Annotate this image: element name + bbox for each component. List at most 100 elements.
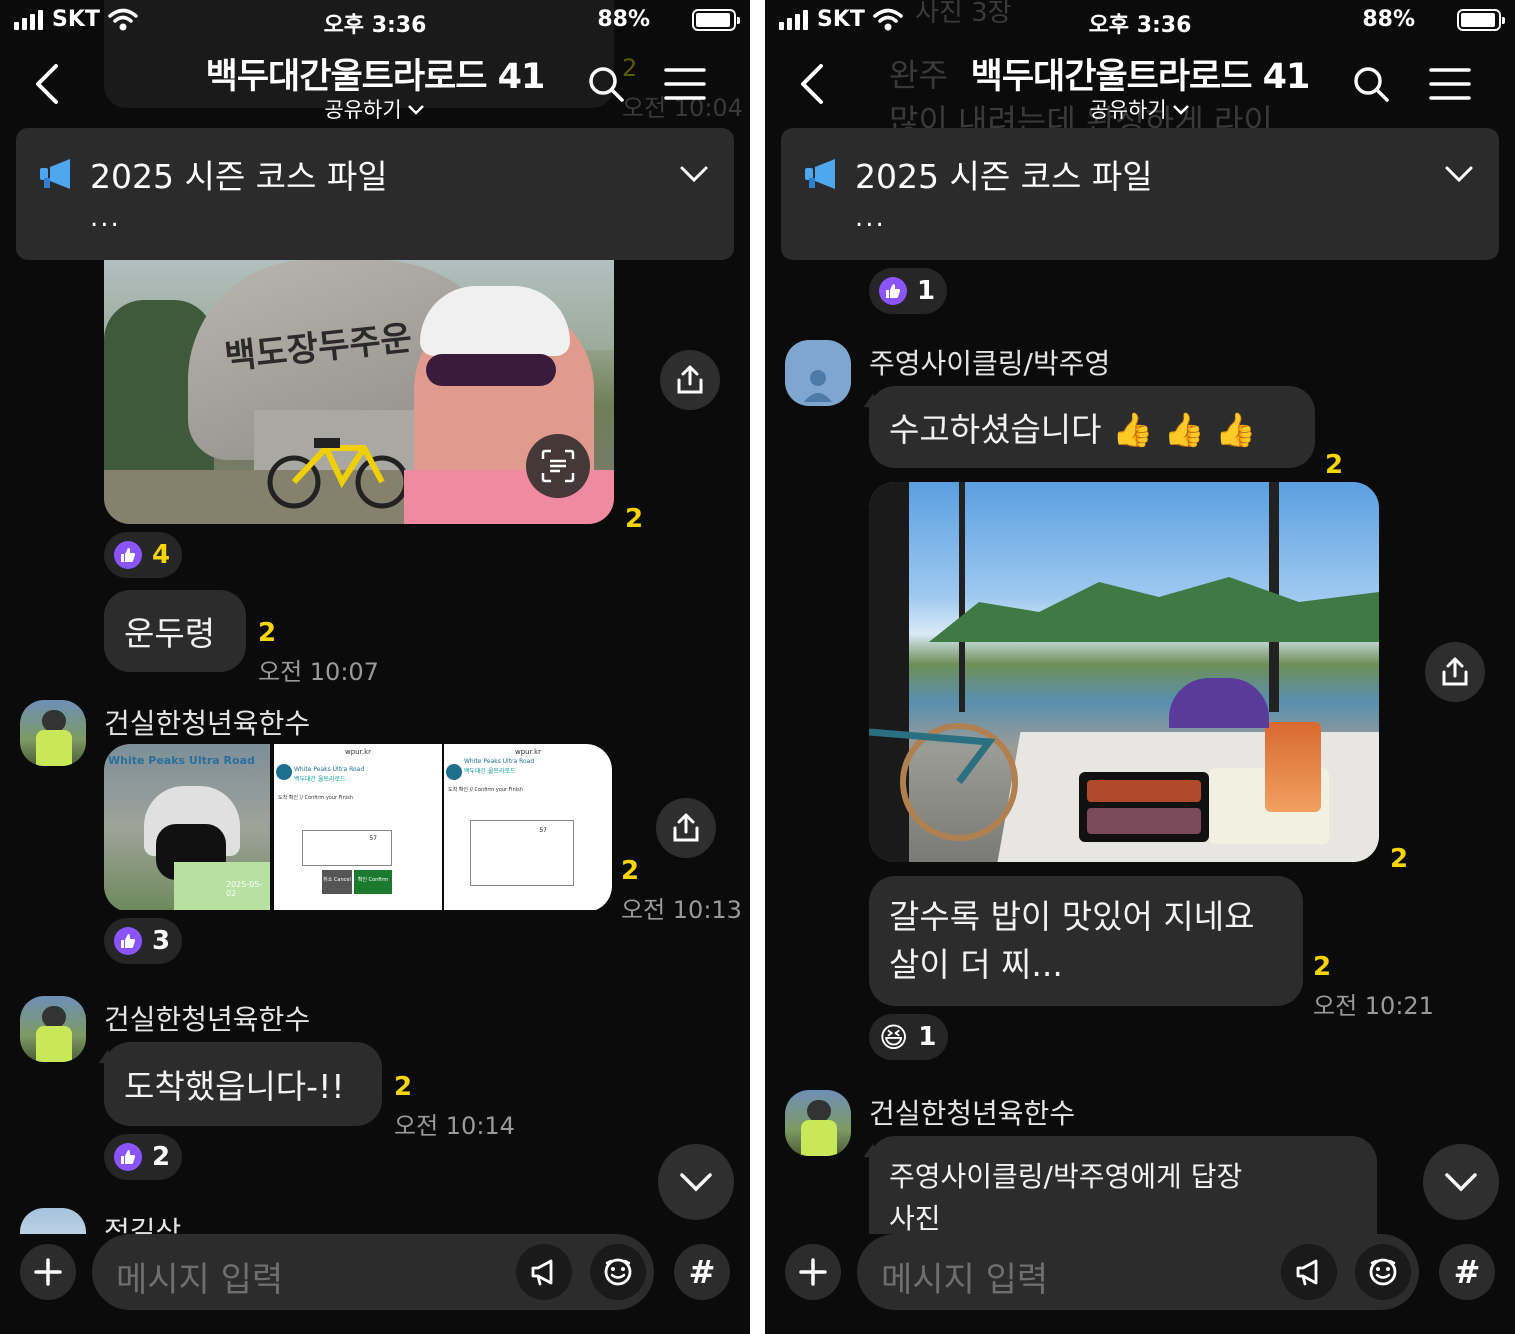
scan-text-icon [541, 449, 575, 483]
screenshot-confirm: 도착 확인 // Confirm your Finish [448, 787, 523, 793]
screenshot-confirm-btn: 확인 Confirm [354, 870, 392, 894]
hashtag-button[interactable]: # [674, 1244, 730, 1300]
scroll-down-button[interactable] [658, 1144, 734, 1220]
reaction-badge[interactable]: 4 [104, 532, 183, 578]
helmet [420, 286, 570, 356]
scroll-down-button[interactable] [1423, 1144, 1499, 1220]
avatar[interactable] [20, 996, 86, 1062]
avatar-vest [36, 1026, 72, 1062]
screenshot-brand-kr: 백두대간 울트라로드 [464, 768, 516, 775]
chat-title: 백두대간울트라로드 41 [205, 57, 546, 97]
hashtag-button[interactable]: # [1439, 1244, 1495, 1300]
laughing-emoji-icon: 😆 [879, 1020, 909, 1054]
avatar-vest [36, 730, 72, 766]
message-placeholder: 메시지 입력 [881, 1260, 1049, 1300]
share-label: 공유하기 [324, 98, 402, 122]
notice-banner[interactable]: 2025 시즌 코스 파일 ... [781, 128, 1499, 260]
avatar-head [42, 710, 66, 732]
sender-name: 주영사이클링/박주영 [869, 347, 1111, 380]
chevron-down-icon [680, 1173, 712, 1192]
emoticon-button[interactable] [590, 1244, 646, 1300]
logo [276, 764, 292, 780]
reply-target: 주영사이클링/박주영에게 답장 [889, 1160, 1243, 1193]
photo-brand: White Peaks Ultra Road [108, 754, 255, 767]
reaction-badge[interactable]: 😆 1 [869, 1014, 949, 1060]
photo-message[interactable] [869, 482, 1379, 862]
race-no: 57 [539, 827, 547, 834]
screenshot-brand: White Peaks Ultra Road [464, 758, 535, 765]
avatar[interactable] [785, 1090, 851, 1156]
message-input[interactable]: 메시지 입력 [857, 1234, 1419, 1310]
avatar-head [807, 1100, 831, 1122]
screenshot-cancel: 취소 Cancel [322, 870, 352, 894]
screenshot-thumb[interactable]: wpur.kr White Peaks Ultra Road 백두대간 울트라로… [274, 744, 442, 910]
message-bubble[interactable]: 운두령 [104, 590, 246, 672]
share-dropdown[interactable]: 공유하기 [765, 94, 1515, 124]
message-time: 오전 10:21 [1313, 992, 1434, 1020]
chevron-down-icon[interactable] [678, 158, 710, 190]
chevron-down-icon [1172, 105, 1189, 115]
default-avatar-icon [804, 370, 832, 402]
status-bar: SKT 오후 3:36 88% [765, 0, 1515, 42]
share-dropdown[interactable]: 공유하기 [0, 94, 750, 124]
rice [1087, 808, 1201, 834]
chat-screen-left: 2 오전 10:04 SKT 오후 3:36 88% 백두대간울트라로드 41 … [0, 0, 750, 1334]
text-scan-button[interactable] [526, 434, 590, 498]
reaction-badge[interactable]: 2 [104, 1134, 183, 1180]
photo-message[interactable]: 백도장두주운 [104, 260, 614, 524]
avatar[interactable] [785, 340, 851, 406]
avatar-vest [801, 1120, 837, 1156]
unread-count: 2 [625, 504, 644, 534]
menu-icon[interactable] [1429, 66, 1471, 102]
chevron-down-icon[interactable] [1443, 158, 1475, 190]
cup-noodle [1265, 722, 1321, 812]
lunchbox [1079, 772, 1209, 842]
search-icon[interactable] [586, 64, 626, 104]
unread-count: 2 [394, 1072, 413, 1102]
reaction-count: 1 [917, 276, 936, 306]
thumbs-up-icon [114, 1143, 142, 1171]
screenshot-table: 57 [470, 820, 574, 886]
bicycle-image [267, 438, 409, 509]
emoticon-button[interactable] [1355, 1244, 1411, 1300]
divider [750, 0, 765, 1334]
announce-button[interactable] [516, 1244, 572, 1300]
photo-thumb[interactable]: White Peaks Ultra Road 2025-05-02 [104, 744, 270, 910]
menu-icon[interactable] [664, 66, 706, 102]
message-time: 오전 10:14 [394, 1112, 515, 1140]
avatar[interactable] [20, 700, 86, 766]
unread-count: 2 [1313, 952, 1332, 982]
message-bubble[interactable]: 수고하셨습니다 👍 👍 👍 [869, 386, 1315, 468]
reaction-badge[interactable]: 3 [104, 918, 183, 964]
reaction-badge[interactable]: 1 [869, 268, 948, 314]
notice-dots: ... [90, 203, 121, 233]
reply-bubble[interactable]: 주영사이클링/박주영에게 답장 사진 [869, 1136, 1377, 1234]
share-button[interactable] [656, 798, 716, 858]
notice-banner[interactable]: 2025 시즌 코스 파일 ... [16, 128, 734, 260]
reaction-count: 2 [152, 1142, 171, 1172]
message-bubble[interactable]: 갈수록 밥이 맛있어 지네요 살이 더 찌... [869, 876, 1303, 1006]
battery-icon [692, 9, 740, 31]
screenshot-brand-kr: 백두대간 울트라로드 [294, 776, 346, 783]
sender-name: 정길상 [104, 1215, 182, 1234]
message-input[interactable]: 메시지 입력 [92, 1234, 654, 1310]
attach-button[interactable] [785, 1244, 841, 1300]
megaphone-outline-icon [531, 1259, 553, 1286]
input-bar: 메시지 입력 # [0, 1234, 750, 1334]
thumbs-up-icon [879, 277, 907, 305]
avatar[interactable] [20, 1208, 86, 1234]
upload-icon [677, 365, 703, 394]
megaphone-outline-icon [1296, 1259, 1318, 1286]
share-button[interactable] [1425, 642, 1485, 702]
message-bubble[interactable]: 도착했읍니다-!! [104, 1042, 382, 1126]
share-label: 공유하기 [1089, 98, 1167, 122]
attach-button[interactable] [20, 1244, 76, 1300]
screenshot-thumb[interactable]: wpur.kr White Peaks Ultra Road 백두대간 울트라로… [444, 744, 612, 910]
sunglasses [426, 354, 556, 386]
message-list: 백도장두주운 2 4 운두령 2 오전 10:07 건실한청년육한수 White… [0, 260, 750, 1234]
announce-button[interactable] [1281, 1244, 1337, 1300]
share-button[interactable] [660, 350, 720, 410]
unread-count: 2 [1390, 844, 1409, 874]
photo-grid[interactable]: White Peaks Ultra Road 2025-05-02 wpur.k… [104, 744, 612, 912]
search-icon[interactable] [1351, 64, 1391, 104]
